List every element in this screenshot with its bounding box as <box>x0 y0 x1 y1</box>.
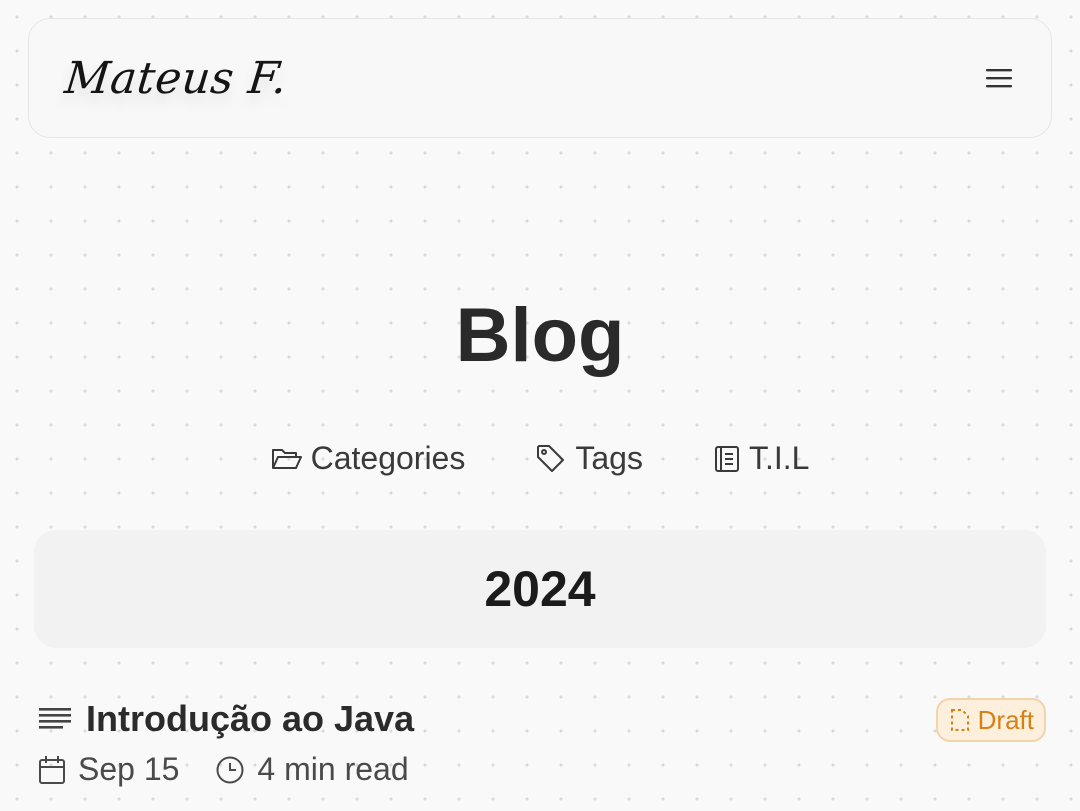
nav-link-label: Categories <box>310 440 466 476</box>
year-heading: 2024 <box>34 530 1046 648</box>
year-label: 2024 <box>484 561 596 617</box>
calendar-icon <box>39 755 65 784</box>
site-header: Mateus F. <box>28 18 1052 138</box>
site-logo[interactable]: Mateus F. <box>62 53 289 104</box>
post-reading-time: 4 min read <box>215 751 409 788</box>
post-date: Sep 15 <box>38 751 179 788</box>
menu-button[interactable] <box>977 56 1021 100</box>
post-reading-time-text: 4 min read <box>257 751 409 787</box>
post-date-text: Sep 15 <box>78 751 180 787</box>
nav-link-label: Tags <box>575 440 643 476</box>
notebook-icon <box>714 445 739 472</box>
post-title-row: Introdução ao Java <box>38 695 1046 743</box>
clock-icon <box>216 756 244 783</box>
tag-icon <box>537 444 565 472</box>
blog-nav: Categories Tags T.I.L <box>0 440 1080 477</box>
page-title: Blog <box>455 293 625 378</box>
nav-link-tags[interactable]: Tags <box>535 440 643 477</box>
draft-file-icon <box>950 709 969 731</box>
nav-link-til[interactable]: T.I.L <box>713 440 809 477</box>
hamburger-menu-icon <box>986 69 1012 88</box>
draft-badge: Draft <box>935 698 1046 742</box>
text-lines-icon <box>39 708 71 729</box>
nav-link-categories[interactable]: Categories <box>271 440 466 477</box>
nav-link-label: T.I.L <box>748 440 810 476</box>
folder-open-icon <box>271 448 302 469</box>
post-meta: Sep 15 4 min read <box>38 751 1046 788</box>
post-title[interactable]: Introdução ao Java <box>86 698 414 740</box>
draft-badge-label: Draft <box>977 704 1034 735</box>
post-item: Introdução ao Java Draft Sep 15 4 min re… <box>38 695 1046 788</box>
